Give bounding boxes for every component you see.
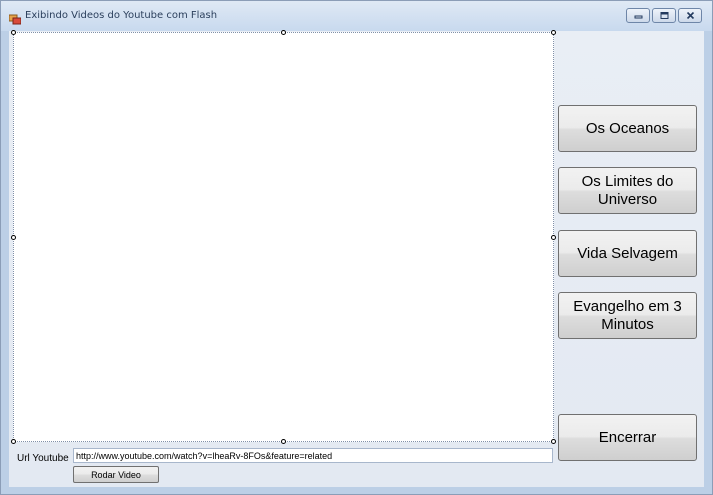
minimize-icon	[634, 15, 643, 19]
resize-handle-bottom-center[interactable]	[281, 439, 286, 444]
play-video-button[interactable]: Rodar Video	[73, 466, 159, 483]
resize-handle-bottom-right[interactable]	[551, 439, 556, 444]
app-window: Exibindo Videos do Youtube com Flash Os …	[0, 0, 713, 495]
close-icon	[686, 12, 695, 19]
vida-selvagem-button[interactable]: Vida Selvagem	[558, 230, 697, 277]
resize-handle-middle-right[interactable]	[551, 235, 556, 240]
encerrar-button[interactable]: Encerrar	[558, 414, 697, 461]
app-icon	[8, 10, 22, 25]
resize-handle-top-left[interactable]	[11, 30, 16, 35]
client-area: Os Oceanos Os Limites do Universo Vida S…	[9, 30, 704, 487]
url-label: Url Youtube	[17, 453, 69, 464]
close-button[interactable]	[678, 8, 702, 23]
window-title: Exibindo Videos do Youtube com Flash	[25, 10, 218, 21]
maximize-button[interactable]	[652, 8, 676, 23]
title-bar[interactable]: Exibindo Videos do Youtube com Flash	[1, 1, 712, 31]
resize-handle-bottom-left[interactable]	[11, 439, 16, 444]
url-input[interactable]	[73, 448, 553, 463]
evangelho-button[interactable]: Evangelho em 3 Minutos	[558, 292, 697, 339]
limites-universo-button[interactable]: Os Limites do Universo	[558, 167, 697, 214]
resize-handle-middle-left[interactable]	[11, 235, 16, 240]
resize-handle-top-right[interactable]	[551, 30, 556, 35]
flash-video-player[interactable]	[13, 32, 554, 442]
maximize-icon	[660, 12, 669, 19]
window-controls	[626, 8, 702, 23]
minimize-button[interactable]	[626, 8, 650, 23]
oceanos-button[interactable]: Os Oceanos	[558, 105, 697, 152]
resize-handle-top-center[interactable]	[281, 30, 286, 35]
